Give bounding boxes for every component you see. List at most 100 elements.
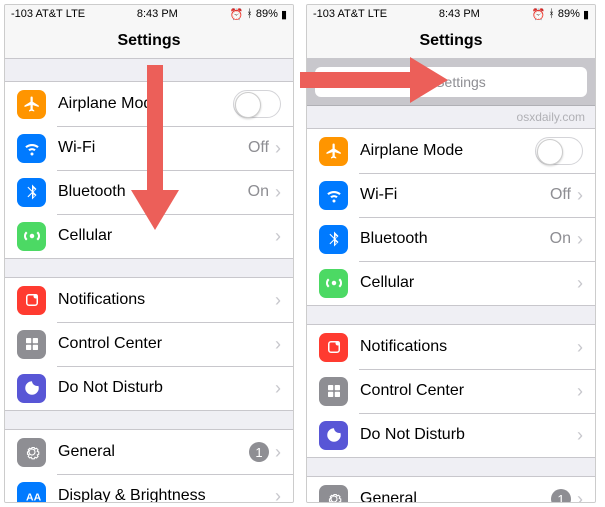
network-text: LTE — [368, 8, 387, 20]
page-title: Settings — [419, 32, 482, 50]
chevron-right-icon: › — [275, 290, 281, 311]
section-general: General 1 › AA Display & Brightness › Wa… — [5, 429, 293, 503]
row-value: Off — [550, 186, 571, 204]
battery-icon: ▮ — [583, 8, 589, 21]
nav-bar: Settings — [5, 23, 293, 59]
clock-text: 8:43 PM — [439, 8, 480, 20]
row-cellular[interactable]: Cellular › — [5, 214, 293, 258]
row-general[interactable]: General 1 › — [307, 477, 595, 503]
row-label: Do Not Disturb — [58, 379, 275, 397]
row-label: Wi-Fi — [360, 186, 550, 204]
row-label: Bluetooth — [58, 183, 248, 201]
row-notifications[interactable]: Notifications › — [307, 325, 595, 369]
row-value: Off — [248, 139, 269, 157]
section-notifications: Notifications › Control Center › Do Not … — [307, 324, 595, 458]
alarm-icon: ⏰ — [230, 8, 244, 21]
notifications-icon — [319, 333, 348, 362]
chevron-right-icon: › — [275, 182, 281, 203]
watermark: osxdaily.com — [307, 106, 595, 124]
chevron-right-icon: › — [577, 381, 583, 402]
nav-bar: Settings — [307, 23, 595, 59]
section-connectivity: Airplane Mode Wi-Fi Off › Bluetooth On ›… — [307, 128, 595, 306]
row-label: Notifications — [360, 338, 577, 356]
row-label: Do Not Disturb — [360, 426, 577, 444]
phone-left: -103 AT&T LTE 8:43 PM ⏰ ᚼ 89% ▮ Settings… — [4, 4, 294, 503]
row-label: General — [58, 443, 249, 461]
row-label: Airplane Mode — [58, 95, 233, 113]
chevron-right-icon: › — [275, 138, 281, 159]
alarm-icon: ⏰ — [532, 8, 546, 21]
chevron-right-icon: › — [275, 226, 281, 247]
row-label: Bluetooth — [360, 230, 550, 248]
row-general[interactable]: General 1 › — [5, 430, 293, 474]
row-label: Wi-Fi — [58, 139, 248, 157]
row-control-center[interactable]: Control Center › — [5, 322, 293, 366]
row-airplane-mode[interactable]: Airplane Mode — [307, 129, 595, 173]
section-connectivity: Airplane Mode Wi-Fi Off › Bluetooth On ›… — [5, 81, 293, 259]
airplane-icon — [319, 137, 348, 166]
row-label: Control Center — [360, 382, 577, 400]
chevron-right-icon: › — [577, 425, 583, 446]
battery-text: 89% — [558, 8, 580, 20]
battery-text: 89% — [256, 8, 278, 20]
cellular-icon — [319, 269, 348, 298]
airplane-toggle[interactable] — [233, 90, 281, 118]
airplane-toggle[interactable] — [535, 137, 583, 165]
chevron-right-icon: › — [577, 273, 583, 294]
general-icon — [17, 438, 46, 467]
wifi-icon — [319, 181, 348, 210]
row-label: Display & Brightness — [58, 487, 275, 503]
row-wifi[interactable]: Wi-Fi Off › — [307, 173, 595, 217]
bluetooth-icon — [319, 225, 348, 254]
carrier-text: -103 AT&T — [11, 8, 63, 20]
row-value: On — [550, 230, 571, 248]
row-control-center[interactable]: Control Center › — [307, 369, 595, 413]
row-label: Cellular — [58, 227, 275, 245]
row-do-not-disturb[interactable]: Do Not Disturb › — [5, 366, 293, 410]
chevron-right-icon: › — [577, 489, 583, 504]
row-display-brightness[interactable]: AA Display & Brightness › — [5, 474, 293, 503]
status-bar: -103 AT&T LTE 8:43 PM ⏰ ᚼ 89% ▮ — [5, 5, 293, 23]
badge-count: 1 — [249, 442, 269, 462]
chevron-right-icon: › — [275, 334, 281, 355]
chevron-right-icon: › — [275, 442, 281, 463]
search-bar: Settings — [307, 59, 595, 106]
chevron-right-icon: › — [275, 486, 281, 504]
notifications-icon — [17, 286, 46, 315]
display-icon: AA — [17, 482, 46, 504]
clock-text: 8:43 PM — [137, 8, 178, 20]
dnd-icon — [17, 374, 46, 403]
row-label: Airplane Mode — [360, 142, 535, 160]
network-text: LTE — [66, 8, 85, 20]
chevron-right-icon: › — [577, 185, 583, 206]
search-input[interactable]: Settings — [315, 67, 587, 97]
carrier-text: -103 AT&T — [313, 8, 365, 20]
section-general: General 1 › AA Display & Brightness › — [307, 476, 595, 503]
chevron-right-icon: › — [577, 337, 583, 358]
row-label: General — [360, 490, 551, 503]
chevron-right-icon: › — [275, 378, 281, 399]
svg-text:AA: AA — [26, 492, 41, 504]
row-airplane-mode[interactable]: Airplane Mode — [5, 82, 293, 126]
row-cellular[interactable]: Cellular › — [307, 261, 595, 305]
row-value: On — [248, 183, 269, 201]
phone-right: -103 AT&T LTE 8:43 PM ⏰ ᚼ 89% ▮ Settings… — [306, 4, 596, 503]
wifi-icon — [17, 134, 46, 163]
row-notifications[interactable]: Notifications › — [5, 278, 293, 322]
row-bluetooth[interactable]: Bluetooth On › — [307, 217, 595, 261]
battery-icon: ▮ — [281, 8, 287, 21]
dnd-icon — [319, 421, 348, 450]
search-icon — [416, 76, 429, 89]
row-label: Notifications — [58, 291, 275, 309]
row-wifi[interactable]: Wi-Fi Off › — [5, 126, 293, 170]
airplane-icon — [17, 90, 46, 119]
bluetooth-status-icon: ᚼ — [246, 8, 253, 20]
control-center-icon — [319, 377, 348, 406]
bluetooth-icon — [17, 178, 46, 207]
general-icon — [319, 485, 348, 504]
row-do-not-disturb[interactable]: Do Not Disturb › — [307, 413, 595, 457]
section-notifications: Notifications › Control Center › Do Not … — [5, 277, 293, 411]
row-bluetooth[interactable]: Bluetooth On › — [5, 170, 293, 214]
bluetooth-status-icon: ᚼ — [548, 8, 555, 20]
page-title: Settings — [117, 32, 180, 50]
